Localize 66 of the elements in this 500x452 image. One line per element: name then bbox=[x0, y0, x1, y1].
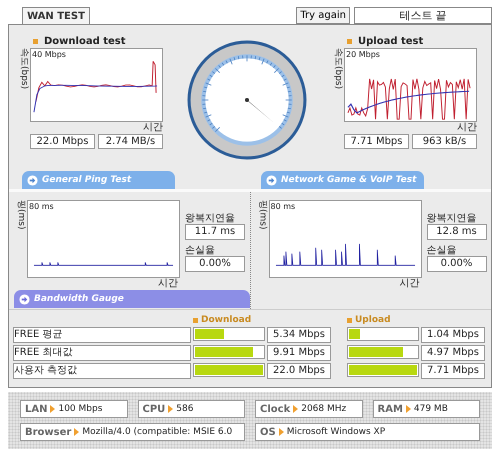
info-value: 2068 MHz bbox=[301, 404, 346, 414]
info-value: Mozilla/4.0 (compatible: MSIE 6.0 bbox=[82, 427, 232, 437]
loss-label: 손실율 bbox=[426, 244, 458, 256]
section-title: General Ping Test bbox=[42, 175, 132, 185]
speed-value: 1.04 Mbps bbox=[421, 327, 485, 343]
info-value: Microsoft Windows XP bbox=[286, 427, 386, 437]
axis-label: 시간 bbox=[143, 122, 163, 133]
loss-value: 0.00% bbox=[426, 256, 486, 272]
loss-label: 손실율 bbox=[185, 244, 216, 256]
try-again-button[interactable]: Try again bbox=[296, 6, 350, 24]
axis-label: 시간 bbox=[457, 122, 477, 133]
chart-title: Upload test bbox=[358, 36, 424, 47]
loss-value: 0.00% bbox=[185, 256, 245, 272]
axis-label: 시간 bbox=[400, 278, 420, 289]
arrow-icon bbox=[27, 174, 38, 186]
speed-value: 7.71 Mbps bbox=[344, 134, 409, 149]
axis-label: 시간 bbox=[158, 278, 178, 289]
info-label: Clock bbox=[260, 404, 290, 414]
arrow-icon bbox=[50, 405, 56, 413]
status-field: 테스트 끝 bbox=[354, 6, 492, 24]
latency-value: 11.7 ms bbox=[185, 224, 245, 240]
info-value: 479 MB bbox=[414, 404, 448, 414]
column-header: Download bbox=[193, 315, 265, 325]
axis-label: 속도(bps) bbox=[18, 48, 30, 92]
info-label: OS bbox=[260, 426, 276, 438]
axis-label: 핑(ms) bbox=[256, 200, 268, 232]
row-label: 사용자 측정값 bbox=[13, 363, 191, 379]
info-label: RAM bbox=[378, 404, 403, 414]
arrow-icon bbox=[19, 294, 30, 304]
bullet-icon bbox=[347, 39, 352, 44]
arrow-icon bbox=[293, 405, 298, 413]
arrow-icon bbox=[168, 405, 174, 413]
rate-value: 2.74 MB/s bbox=[98, 134, 163, 149]
row-label: FREE 최대값 bbox=[13, 345, 191, 361]
scale-label: 80 ms bbox=[270, 202, 296, 211]
wan-test-tab[interactable]: WAN TEST bbox=[22, 7, 90, 24]
column-header: Upload bbox=[347, 315, 419, 325]
rate-value: 963 kB/s bbox=[412, 134, 477, 149]
speed-value: 9.91 Mbps bbox=[267, 345, 331, 361]
chart-title: Download test bbox=[44, 36, 126, 47]
section-title: Network Game & VoIP Test bbox=[281, 175, 416, 185]
latency-label: 왕복지연율 bbox=[426, 212, 478, 224]
axis-label: 속도(bps) bbox=[332, 48, 344, 92]
speed-value: 22.0 Mbps bbox=[267, 363, 331, 379]
arrow-icon bbox=[278, 428, 284, 436]
info-label: Browser bbox=[25, 426, 72, 438]
arrow-icon bbox=[74, 428, 80, 436]
arrow-icon bbox=[266, 174, 277, 186]
scale-label: 40 Mbps bbox=[32, 50, 66, 59]
scale-label: 80 ms bbox=[29, 202, 54, 211]
latency-value: 12.8 ms bbox=[426, 224, 486, 240]
latency-label: 왕복지연율 bbox=[185, 212, 236, 224]
row-label: FREE 평균 bbox=[13, 327, 191, 343]
info-value: 100 Mbps bbox=[58, 404, 102, 414]
speed-value: 4.97 Mbps bbox=[421, 345, 485, 361]
info-label: CPU bbox=[142, 404, 166, 414]
speed-value: 22.0 Mbps bbox=[30, 134, 95, 149]
speed-value: 7.71 Mbps bbox=[421, 363, 485, 379]
axis-label: 핑(ms) bbox=[15, 200, 27, 232]
bullet-icon bbox=[33, 39, 38, 44]
info-value: 586 bbox=[176, 404, 194, 414]
info-label: LAN bbox=[25, 404, 48, 414]
speed-value: 5.34 Mbps bbox=[267, 327, 331, 343]
arrow-icon bbox=[406, 405, 411, 413]
section-title: Bandwidth Gauge bbox=[34, 294, 124, 304]
scale-label: 20 Mbps bbox=[346, 50, 380, 59]
